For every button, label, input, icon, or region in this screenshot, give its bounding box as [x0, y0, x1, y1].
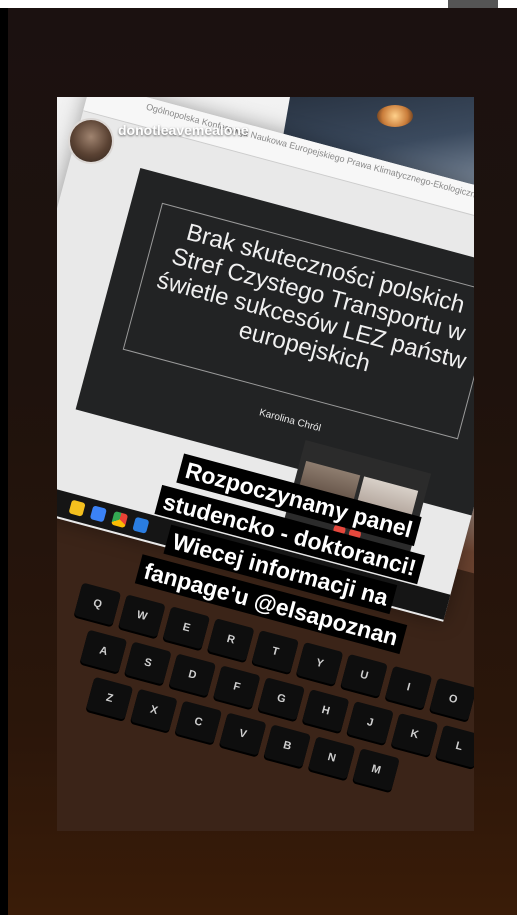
keyboard-key: V — [219, 712, 267, 756]
top-status-block — [448, 0, 498, 8]
keyboard-key: J — [346, 701, 394, 745]
keyboard-key: O — [429, 677, 474, 721]
top-status-strip — [0, 0, 517, 8]
keyboard-key: I — [384, 665, 433, 709]
profile-avatar[interactable] — [68, 118, 114, 164]
keyboard-key: F — [213, 665, 261, 709]
keyboard-key: W — [118, 594, 166, 638]
keyboard-key: U — [340, 653, 388, 698]
keyboard-key: S — [124, 641, 172, 685]
profile-username[interactable]: donotleavemealone — [118, 122, 249, 138]
keyboard-key: Y — [295, 641, 344, 686]
keyboard-key: K — [390, 712, 439, 757]
keyboard-key: D — [168, 653, 217, 697]
keyboard-key: Q — [73, 582, 122, 626]
keyboard-key: N — [307, 736, 356, 780]
keyboard-key: H — [301, 689, 350, 733]
keyboard-key: A — [79, 629, 128, 673]
file-explorer-icon[interactable] — [68, 499, 86, 517]
keyboard-key: T — [251, 630, 299, 674]
keyboard-key: E — [162, 606, 211, 650]
lamp-light — [377, 105, 413, 127]
keyboard-key: Z — [85, 676, 134, 720]
keyboard-key: R — [207, 618, 255, 662]
keyboard-key: B — [263, 724, 311, 768]
keyboard-key: G — [257, 677, 305, 721]
keyboard-key: X — [130, 688, 178, 732]
keyboard-key: L — [435, 724, 474, 769]
keyboard-key: M — [352, 748, 400, 792]
keyboard-key: C — [174, 700, 223, 744]
